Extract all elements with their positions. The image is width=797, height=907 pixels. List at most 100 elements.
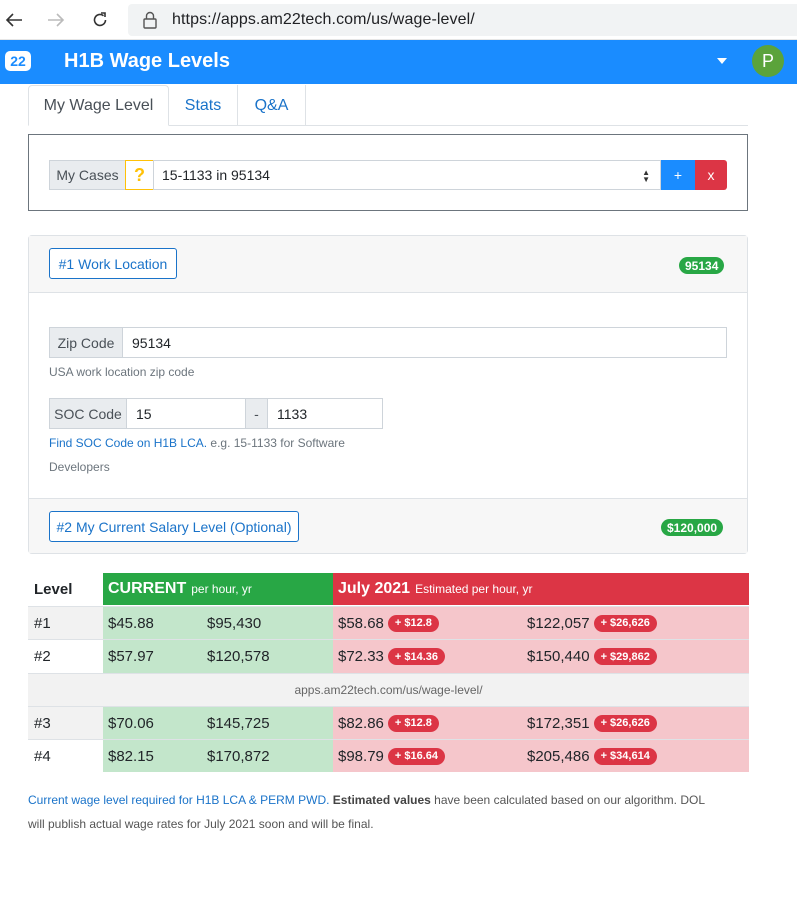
table-row: #4 $82.15 $170,872 $98.79 + $16.64 $205,4… <box>28 739 749 772</box>
zip-badge: 95134 <box>679 257 725 274</box>
soc-separator: - <box>245 398 268 429</box>
table-header: Level CURRENT per hour, yr July 2021 Est… <box>28 573 749 605</box>
estimated-cell: $82.86 + $12.8 $172,351 + $26,626 <box>333 707 749 739</box>
current-hourly: $57.97 <box>108 648 154 665</box>
app-header: 22 H1B Wage Levels P <box>0 40 797 84</box>
current-hourly: $45.88 <box>108 614 154 632</box>
level-cell: #2 <box>34 648 51 665</box>
level-header: Level <box>34 580 73 598</box>
level-cell: #4 <box>34 747 51 765</box>
soc-hint-example: e.g. 15-1133 for Software <box>207 436 345 450</box>
cases-select-value: 15-1133 in 95134 <box>162 167 270 183</box>
increase-badge: + $12.8 <box>387 714 439 732</box>
estimated-yearly-value: $205,486 <box>527 747 590 765</box>
level-cell: #3 <box>28 707 103 739</box>
table-row: #1 $45.88 $95,430 $58.68 + $12.8 $122,057… <box>28 606 749 639</box>
current-hourly: $82.15 <box>108 747 154 765</box>
estimated-yearly-value: $172,351 <box>527 714 590 732</box>
logo-icon[interactable]: 22 <box>5 51 31 71</box>
svg-text:22: 22 <box>10 53 26 69</box>
estimated-hourly-value: $58.68 <box>338 614 384 632</box>
table-row: #2 $57.97 $120,578 $72.33 + $14.36 $150,4… <box>28 639 749 673</box>
url-text: https://apps.am22tech.com/us/wage-level/ <box>172 11 475 28</box>
zip-code-label: Zip Code <box>49 327 123 358</box>
tab-qa[interactable]: Q&A <box>238 85 306 126</box>
tab-bar: My Wage Level Stats Q&A <box>28 85 748 126</box>
current-cell: $45.88 $95,430 <box>103 607 333 639</box>
browser-toolbar: https://apps.am22tech.com/us/wage-level/ <box>0 0 797 40</box>
current-hourly: $70.06 <box>108 714 154 732</box>
increase-badge: + $12.8 <box>387 614 439 632</box>
estimated-hourly: $72.33 + $14.36 <box>338 648 446 665</box>
help-button[interactable]: ? <box>125 160 154 190</box>
footnote-text-cont: will publish actual wage rates for July … <box>28 817 374 831</box>
estimated-header-sub: Estimated per hour, yr <box>415 582 533 596</box>
estimated-cell: $72.33 + $14.36 $150,440 + $29,862 <box>333 640 749 673</box>
tab-my-wage-level[interactable]: My Wage Level <box>28 85 169 126</box>
estimated-yearly: $172,351 + $26,626 <box>527 714 657 732</box>
my-cases-label: My Cases <box>49 160 126 190</box>
estimated-cell: $98.79 + $16.64 $205,486 + $34,614 <box>333 740 749 772</box>
dropdown-caret-icon[interactable] <box>717 58 727 64</box>
estimated-yearly: $150,440 + $29,862 <box>527 648 657 665</box>
estimated-hourly: $82.86 + $12.8 <box>338 714 439 732</box>
footnote: Current wage level required for H1B LCA … <box>28 788 748 836</box>
current-cell: $57.97 $120,578 <box>103 640 333 673</box>
current-salary-button[interactable]: #2 My Current Salary Level (Optional) <box>49 511 299 542</box>
salary-badge: $120,000 <box>661 519 724 536</box>
increase-badge: + $26,626 <box>593 614 657 632</box>
footnote-bold: Estimated values <box>332 793 431 807</box>
current-yearly: $145,725 <box>207 714 270 732</box>
current-yearly: $120,578 <box>207 648 270 665</box>
soc-code-label: SOC Code <box>49 398 127 429</box>
avatar[interactable]: P <box>752 45 784 77</box>
cases-select[interactable]: 15-1133 in 95134 ▲ ▼ <box>153 160 661 190</box>
estimated-hourly-value: $72.33 <box>338 648 384 665</box>
soc-code-minor-input[interactable]: 1133 <box>267 398 383 429</box>
estimated-header-title: July 2021 <box>338 580 411 597</box>
footnote-text: have been calculated based on our algori… <box>430 793 706 807</box>
soc-hint-example-cont: Developers <box>49 460 110 474</box>
work-location-button[interactable]: #1 Work Location <box>49 248 177 279</box>
estimated-hourly-value: $98.79 <box>338 747 384 765</box>
increase-badge: + $34,614 <box>593 747 657 765</box>
current-header: CURRENT per hour, yr <box>103 573 333 605</box>
back-arrow-icon[interactable] <box>0 6 28 34</box>
current-header-sub: per hour, yr <box>191 582 252 596</box>
current-cell: $82.15 $170,872 <box>103 740 333 772</box>
increase-badge: + $26,626 <box>593 714 657 732</box>
forward-arrow-icon[interactable] <box>42 6 70 34</box>
remove-case-button[interactable]: x <box>695 160 727 190</box>
wage-level-link[interactable]: Current wage level required for H1B LCA … <box>28 793 329 807</box>
estimated-yearly-value: $150,440 <box>527 648 590 665</box>
find-soc-link[interactable]: Find SOC Code on H1B LCA. <box>49 436 207 450</box>
estimated-hourly: $58.68 + $12.8 <box>338 614 439 632</box>
lock-icon <box>143 11 157 29</box>
work-location-card: #1 Work Location 95134 Zip Code 95134 US… <box>28 235 748 554</box>
estimated-yearly-value: $122,057 <box>527 614 590 632</box>
app-title[interactable]: H1B Wage Levels <box>64 50 230 73</box>
card-header: #1 Work Location 95134 <box>29 236 747 293</box>
zip-hint: USA work location zip code <box>49 365 195 379</box>
soc-code-major-input[interactable]: 15 <box>126 398 246 429</box>
cases-panel: My Cases ? 15-1133 in 95134 ▲ ▼ + x <box>28 134 748 211</box>
watermark-row: apps.am22tech.com/us/wage-level/ <box>28 673 749 706</box>
card-footer: #2 My Current Salary Level (Optional) $1… <box>29 498 747 553</box>
reload-icon[interactable] <box>86 6 114 34</box>
current-yearly: $95,430 <box>207 614 262 632</box>
current-yearly: $170,872 <box>207 747 270 765</box>
address-bar[interactable]: https://apps.am22tech.com/us/wage-level/ <box>128 4 797 36</box>
estimated-yearly: $122,057 + $26,626 <box>527 614 657 632</box>
current-cell: $70.06 $145,725 <box>103 707 333 739</box>
add-case-button[interactable]: + <box>661 160 695 190</box>
estimated-hourly: $98.79 + $16.64 <box>338 747 446 765</box>
soc-hint: Find SOC Code on H1B LCA. e.g. 15-1133 f… <box>49 431 389 479</box>
table-row: #3 $70.06 $145,725 $82.86 + $12.8 $172,35… <box>28 706 749 739</box>
estimated-header: July 2021 Estimated per hour, yr <box>333 573 749 605</box>
zip-code-input[interactable]: 95134 <box>122 327 727 358</box>
select-arrows-icon: ▲ ▼ <box>642 168 650 184</box>
estimated-hourly-value: $82.86 <box>338 714 384 732</box>
estimated-yearly: $205,486 + $34,614 <box>527 747 657 765</box>
estimated-cell: $58.68 + $12.8 $122,057 + $26,626 <box>333 607 749 639</box>
tab-stats[interactable]: Stats <box>169 85 238 126</box>
